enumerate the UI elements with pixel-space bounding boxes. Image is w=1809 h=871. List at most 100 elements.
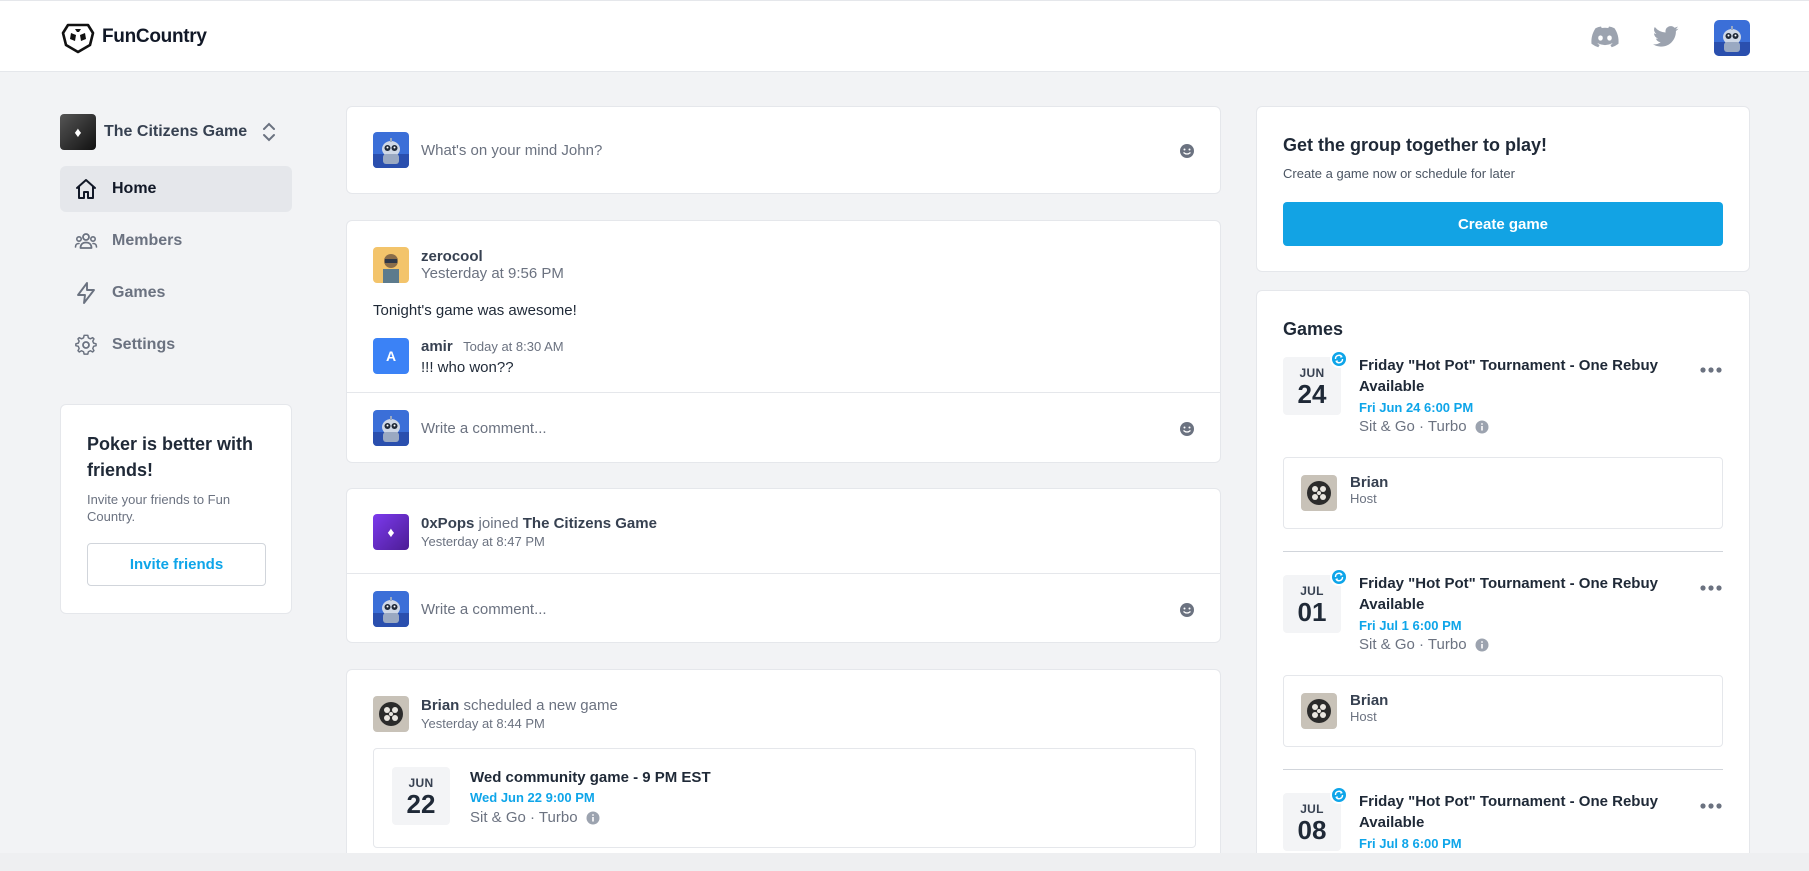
feed-post: Brian scheduled a new game Yesterday at …	[346, 669, 1221, 871]
recurring-icon	[1330, 568, 1348, 586]
reply-author[interactable]: amir	[421, 338, 453, 355]
emoji-icon[interactable]	[1179, 602, 1195, 618]
user-avatar[interactable]	[1714, 20, 1750, 56]
members-icon	[74, 233, 98, 249]
info-icon[interactable]	[1475, 420, 1489, 434]
post-timestamp: Yesterday at 8:44 PM	[421, 716, 545, 731]
post-timestamp: Yesterday at 8:47 PM	[421, 534, 545, 549]
comment-input[interactable]: Write a comment...	[421, 420, 547, 437]
user-avatar	[373, 410, 409, 446]
chevron-up-down-icon	[263, 122, 276, 142]
sidebar-item-games[interactable]: Games	[60, 270, 292, 316]
game-datetime: Wed Jun 22 9:00 PM	[470, 790, 595, 805]
game-title: Friday "Hot Pot" Tournament - One Rebuy A…	[1359, 575, 1658, 613]
sidebar-item-settings[interactable]: Settings	[60, 322, 292, 368]
game-title: Wed community game - 9 PM EST	[470, 769, 711, 786]
amir-avatar: A	[373, 338, 409, 374]
home-icon	[76, 179, 96, 199]
game-datetime: Fri Jun 24 6:00 PM	[1359, 400, 1474, 415]
info-icon[interactable]	[586, 811, 600, 825]
cta-title: Get the group together to play!	[1283, 135, 1547, 155]
zerocool-avatar	[373, 247, 409, 283]
recurring-icon	[1330, 350, 1348, 368]
game-datetime: Fri Jul 1 6:00 PM	[1359, 618, 1462, 633]
feed-post: zerocool Yesterday at 9:56 PM Tonight's …	[346, 220, 1221, 463]
comment-input[interactable]: Write a comment...	[421, 601, 547, 618]
game-meta: Sit & Go · Turbo	[1359, 418, 1467, 435]
scheduled-game-card[interactable]: JUN 22 Wed community game - 9 PM EST Wed…	[373, 748, 1196, 848]
emoji-icon[interactable]	[1179, 421, 1195, 437]
info-icon[interactable]	[1475, 638, 1489, 652]
post-composer: What's on your mind John?	[346, 106, 1221, 194]
post-text: Tonight's game was awesome!	[373, 302, 577, 319]
divider	[1283, 551, 1723, 552]
date-month: JUN	[1299, 366, 1325, 380]
date-month: JUL	[1300, 802, 1324, 816]
games-card: Games JUN 24 Friday "Hot Pot" Tournament…	[1256, 290, 1750, 871]
top-bar: FunCountry	[0, 0, 1809, 72]
sidebar-item-label: Games	[112, 284, 166, 301]
post-action: scheduled a new game	[463, 697, 618, 714]
sidebar-item-label: Settings	[112, 336, 176, 353]
host-role: Host	[1350, 709, 1377, 724]
emoji-icon[interactable]	[1179, 143, 1195, 159]
create-game-card: Get the group together to play! Create a…	[1256, 106, 1750, 272]
date-day: 24	[1297, 379, 1327, 409]
post-author[interactable]: 0xPops	[421, 515, 474, 532]
host-name: Brian	[1350, 474, 1389, 491]
date-day: 08	[1297, 815, 1327, 845]
invite-subtitle: Invite your friends to Fun Country.	[87, 492, 231, 524]
bolt-icon	[77, 282, 95, 304]
sidebar-item-home[interactable]: Home	[60, 166, 292, 212]
more-options-icon[interactable]	[1699, 584, 1723, 592]
discord-icon[interactable]	[1591, 23, 1619, 51]
user-avatar	[373, 591, 409, 627]
gear-icon	[75, 334, 97, 355]
game-title: Friday "Hot Pot" Tournament - One Rebuy A…	[1359, 357, 1658, 395]
post-author[interactable]: zerocool	[421, 248, 564, 265]
create-game-button[interactable]: Create game	[1283, 202, 1723, 246]
group-avatar: ♦	[60, 114, 96, 150]
more-options-icon[interactable]	[1699, 802, 1723, 810]
cta-subtitle: Create a game now or schedule for later	[1283, 166, 1515, 181]
sidebar-item-members[interactable]: Members	[60, 218, 292, 264]
feed-post: ♦ 0xPops joined The Citizens Game Yester…	[346, 488, 1221, 643]
group-switcher[interactable]: ♦ The Citizens Game	[60, 113, 292, 151]
twitter-icon[interactable]	[1652, 23, 1680, 51]
post-action: joined	[478, 515, 519, 532]
brand-logo[interactable]: FunCountry	[60, 19, 207, 55]
post-target-group[interactable]: The Citizens Game	[523, 515, 657, 532]
window-bottom-edge	[0, 853, 1809, 871]
host-card[interactable]: Brian Host	[1283, 457, 1723, 529]
brian-avatar	[1301, 693, 1337, 729]
date-month: JUL	[1300, 584, 1324, 598]
date-month: JUN	[408, 776, 434, 790]
group-name: The Citizens Game	[104, 123, 248, 140]
more-options-icon[interactable]	[1699, 366, 1723, 374]
user-avatar	[373, 132, 409, 168]
sidebar-item-label: Home	[112, 180, 157, 197]
brian-avatar	[1301, 475, 1337, 511]
brand-name: FunCountry	[102, 26, 207, 47]
divider	[347, 573, 1220, 574]
invite-card: Poker is better with friends! Invite you…	[60, 404, 292, 614]
game-meta: Sit & Go · Turbo	[470, 809, 578, 826]
0xpops-avatar: ♦	[373, 514, 409, 550]
game-datetime: Fri Jul 8 6:00 PM	[1359, 836, 1462, 851]
funcountry-logo-icon	[61, 23, 95, 54]
recurring-icon	[1330, 786, 1348, 804]
post-author[interactable]: Brian	[421, 697, 459, 714]
invite-title: Poker is better with friends!	[87, 434, 254, 480]
host-name: Brian	[1350, 692, 1389, 709]
composer-input[interactable]: What's on your mind John?	[421, 142, 602, 159]
sidebar-item-label: Members	[112, 232, 183, 249]
host-card[interactable]: Brian Host	[1283, 675, 1723, 747]
sidebar-nav: Home Members Games Settings	[60, 166, 292, 374]
reply-text: !!! who won??	[421, 359, 514, 376]
game-meta: Sit & Go · Turbo	[1359, 636, 1467, 653]
invite-friends-button[interactable]: Invite friends	[87, 543, 266, 586]
games-heading: Games	[1283, 319, 1344, 339]
date-tile: JUN 22	[392, 767, 450, 825]
divider	[1283, 769, 1723, 770]
date-day: 22	[406, 789, 436, 819]
